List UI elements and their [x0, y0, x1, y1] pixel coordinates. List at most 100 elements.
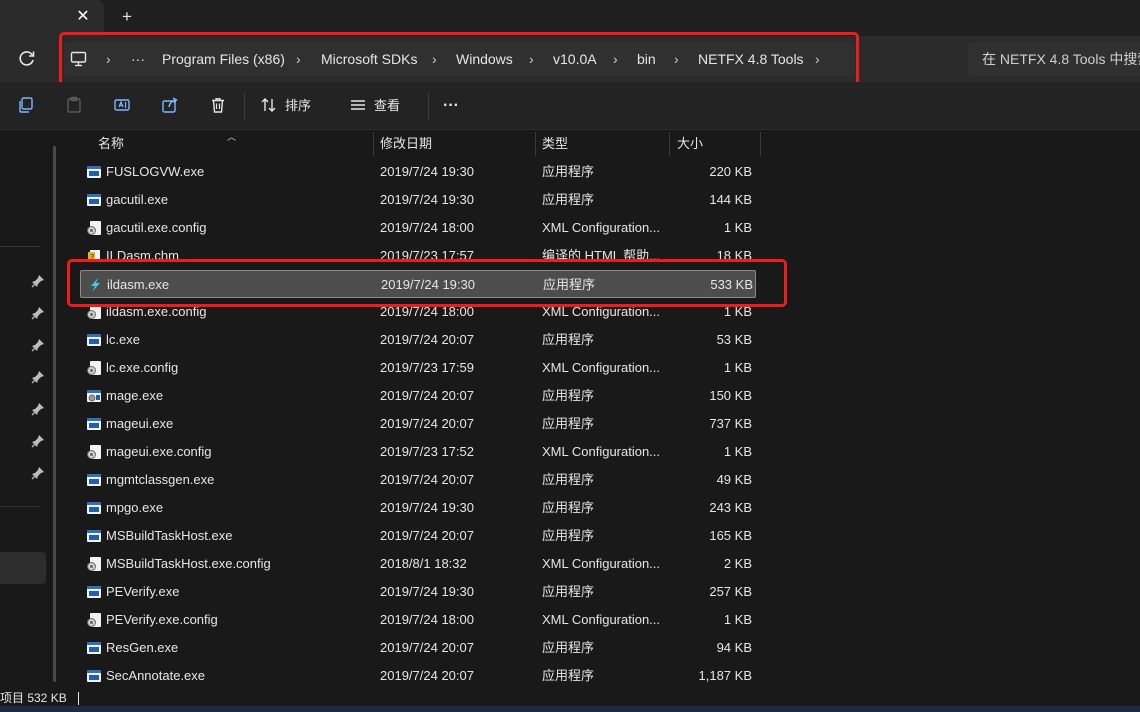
file-type: 应用程序 [542, 584, 595, 599]
tab-close-icon[interactable]: ✕ [72, 6, 94, 28]
file-size: 150 KB [709, 388, 752, 403]
refresh-icon[interactable] [16, 47, 38, 69]
app-icon [86, 472, 102, 488]
table-row[interactable]: MSBuildTaskHost.exe 2019/7/24 20:07 应用程序 16… [80, 522, 756, 550]
nav-scrollbar[interactable] [53, 146, 56, 682]
file-name: FUSLOGVW.exe [106, 164, 205, 179]
tab-current[interactable]: ✕ [0, 0, 104, 36]
file-type: 应用程序 [542, 640, 595, 655]
file-date: 2019/7/24 19:30 [380, 584, 474, 599]
config-icon [86, 360, 102, 376]
table-row[interactable]: ResGen.exe 2019/7/24 20:07 应用程序 94 KB [80, 634, 756, 662]
paste-icon[interactable] [65, 96, 83, 114]
file-name: gacutil.exe.config [106, 220, 207, 235]
file-date: 2019/7/24 20:07 [380, 528, 474, 543]
view-icon[interactable] [349, 96, 367, 114]
file-date: 2019/7/24 20:07 [380, 640, 474, 655]
table-row[interactable]: gacutil.exe.config 2019/7/24 18:00 XML Con… [80, 214, 756, 242]
table-row[interactable]: mageui.exe 2019/7/24 20:07 应用程序 737 KB [80, 410, 756, 438]
table-row[interactable]: gacutil.exe 2019/7/24 19:30 应用程序 144 KB [80, 186, 756, 214]
table-row[interactable]: PEVerify.exe.config 2019/7/24 18:00 XML Co… [80, 606, 756, 634]
file-size: 94 KB [716, 640, 752, 655]
app-icon [86, 528, 102, 544]
table-row[interactable]: MSBuildTaskHost.exe.config 2018/8/1 18:32… [80, 550, 756, 578]
command-bar: 排序 查看 ··· [0, 82, 1140, 130]
file-size: 49 KB [716, 472, 752, 487]
file-name: PEVerify.exe [106, 584, 180, 599]
file-type: 应用程序 [542, 192, 595, 207]
pin-icon[interactable] [31, 466, 45, 480]
pin-icon[interactable] [31, 306, 45, 320]
column-divider[interactable] [373, 132, 374, 156]
file-type: XML Configuration... [542, 360, 661, 375]
column-type[interactable]: 类型 [542, 130, 568, 158]
table-row[interactable]: mage.exe 2019/7/24 20:07 应用程序 150 KB [80, 382, 756, 410]
pin-icon[interactable] [31, 434, 45, 448]
file-type: 应用程序 [542, 668, 595, 683]
column-size[interactable]: 大小 [677, 130, 703, 158]
file-name: gacutil.exe [106, 192, 169, 207]
table-row[interactable]: mpgo.exe 2019/7/24 19:30 应用程序 243 KB [80, 494, 756, 522]
app-icon [86, 500, 102, 516]
file-size: 1 KB [723, 612, 752, 627]
view-button[interactable]: 查看 [374, 82, 400, 130]
copy-icon[interactable] [17, 96, 35, 114]
search-placeholder: 在 NETFX 4.8 Tools 中搜索 [982, 51, 1140, 67]
file-date: 2019/7/24 20:07 [380, 668, 474, 683]
table-row[interactable]: lc.exe 2019/7/24 20:07 应用程序 53 KB [80, 326, 756, 354]
file-date: 2019/7/24 20:07 [380, 388, 474, 403]
app-icon [86, 332, 102, 348]
share-icon[interactable] [161, 96, 179, 114]
table-row[interactable]: FUSLOGVW.exe 2019/7/24 19:30 应用程序 220 KB [80, 158, 756, 186]
search-input[interactable]: 在 NETFX 4.8 Tools 中搜索 [968, 42, 1140, 76]
table-row[interactable]: SecAnnotate.exe 2019/7/24 20:07 应用程序 1,187 … [80, 662, 756, 686]
toolbar-divider [428, 92, 429, 120]
file-name: ResGen.exe [106, 640, 179, 655]
rename-icon[interactable] [113, 96, 131, 114]
file-size: 1,187 KB [698, 668, 753, 683]
new-tab-icon[interactable]: + [116, 6, 138, 28]
file-name: MSBuildTaskHost.exe.config [106, 556, 271, 571]
nav-divider [0, 246, 40, 247]
more-options-button[interactable]: ··· [443, 82, 459, 130]
sort-button[interactable]: 排序 [285, 82, 311, 130]
app-icon [86, 668, 102, 684]
pin-icon[interactable] [31, 370, 45, 384]
config-icon [86, 220, 102, 236]
pin-icon[interactable] [31, 402, 45, 416]
mage-icon [86, 388, 102, 404]
table-row[interactable]: mgmtclassgen.exe 2019/7/24 20:07 应用程序 49 KB [80, 466, 756, 494]
table-row[interactable]: lc.exe.config 2019/7/23 17:59 XML Configur… [80, 354, 756, 382]
delete-icon[interactable] [209, 96, 227, 114]
file-size: 220 KB [709, 164, 752, 179]
file-size: 144 KB [709, 192, 752, 207]
nav-item-selected[interactable] [0, 552, 46, 584]
file-name: MSBuildTaskHost.exe [106, 528, 233, 543]
file-date: 2019/7/24 18:00 [380, 612, 474, 627]
navigation-pane [0, 130, 66, 686]
taskbar-edge [0, 706, 1140, 712]
file-date: 2019/7/24 20:07 [380, 472, 474, 487]
table-row[interactable]: PEVerify.exe 2019/7/24 19:30 应用程序 257 KB [80, 578, 756, 606]
file-type: 应用程序 [542, 472, 595, 487]
app-icon [86, 192, 102, 208]
file-name: mgmtclassgen.exe [106, 472, 215, 487]
column-date[interactable]: 修改日期 [380, 130, 432, 158]
file-date: 2019/7/24 19:30 [380, 500, 474, 515]
toolbar-divider [244, 92, 245, 120]
app-icon [86, 640, 102, 656]
table-row[interactable]: mageui.exe.config 2019/7/23 17:52 XML Conf… [80, 438, 756, 466]
pin-icon[interactable] [31, 274, 45, 288]
column-divider[interactable] [760, 132, 761, 156]
column-header: ︿ 名称 修改日期 类型 大小 [66, 130, 1140, 158]
column-divider[interactable] [669, 132, 670, 156]
file-date: 2019/7/23 17:52 [380, 444, 474, 459]
file-date: 2019/7/24 20:07 [380, 416, 474, 431]
file-type: XML Configuration... [542, 220, 661, 235]
pin-icon[interactable] [31, 338, 45, 352]
sort-icon[interactable] [260, 96, 278, 114]
column-name[interactable]: 名称 [98, 130, 124, 158]
file-type: 应用程序 [542, 500, 595, 515]
file-size: 53 KB [716, 332, 752, 347]
column-divider[interactable] [535, 132, 536, 156]
